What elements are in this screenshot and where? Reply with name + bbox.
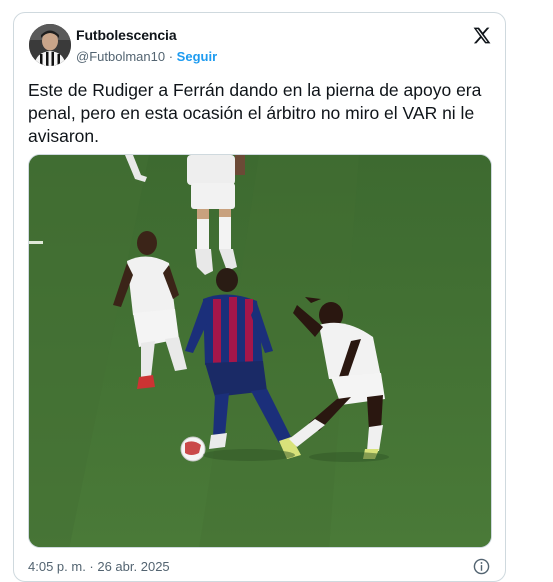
- ball: [180, 436, 206, 462]
- separator-dot: ·: [168, 49, 174, 64]
- handle-row: @Futbolman10 · Seguir: [76, 49, 217, 64]
- tweet-card: Futbolescencia @Futbolman10 · Seguir Est…: [13, 12, 506, 582]
- info-icon[interactable]: [473, 558, 490, 575]
- match-photo: [29, 155, 491, 547]
- handle[interactable]: @Futbolman10: [76, 49, 165, 64]
- tweet-media[interactable]: [28, 154, 492, 548]
- tweet-text: Este de Rudiger a Ferrán dando en la pie…: [28, 80, 482, 146]
- avatar[interactable]: [29, 24, 71, 66]
- avatar-image: [29, 24, 71, 66]
- x-logo-icon[interactable]: [472, 26, 491, 45]
- follow-button[interactable]: Seguir: [177, 49, 217, 64]
- display-name[interactable]: Futbolescencia: [76, 27, 177, 43]
- timestamp[interactable]: 4:05 p. m. · 26 abr. 2025: [28, 559, 170, 574]
